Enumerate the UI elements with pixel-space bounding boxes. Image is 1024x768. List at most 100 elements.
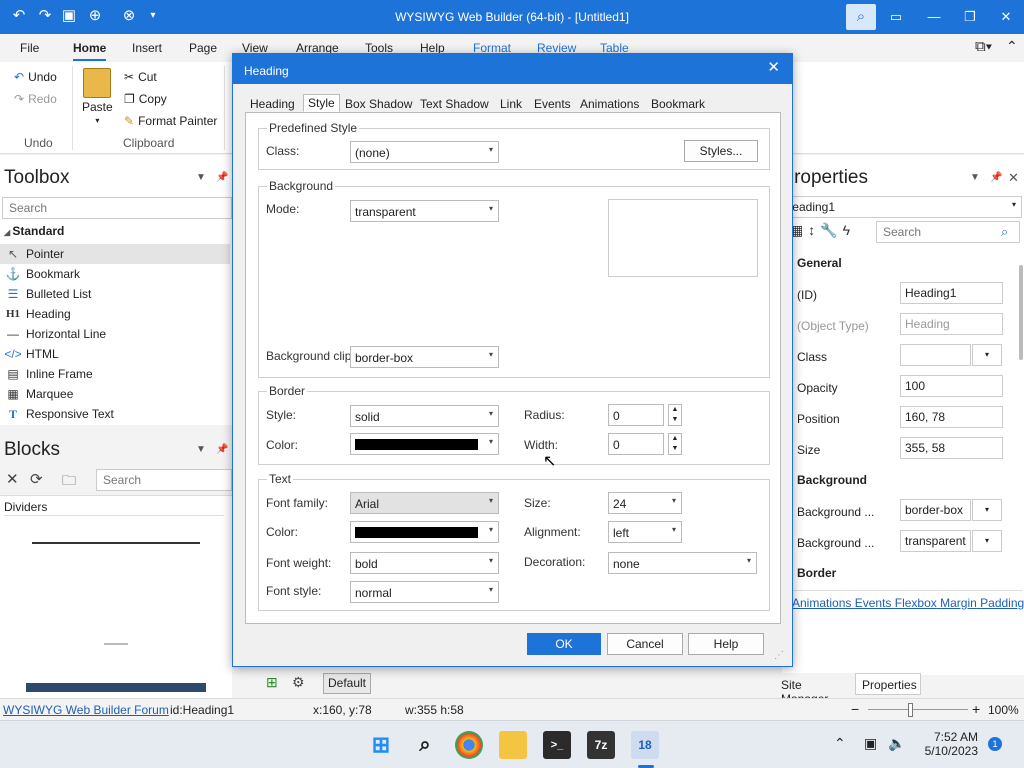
toolbox-item-inline-frame[interactable]: ▤ Inline Frame [0,364,230,384]
menu-home[interactable]: Home [73,41,107,61]
cut-button[interactable]: ✂ Cut [124,70,157,84]
prop-id-input[interactable]: Heading1 [900,282,1003,304]
events-icon[interactable]: ϟ [843,222,855,238]
zoom-out-icon[interactable]: − [851,701,859,717]
toolbox-item-responsive-text[interactable]: T Responsive Text [0,404,230,424]
cancel-button[interactable]: Cancel [607,633,683,655]
windows-start-icon[interactable]: ⊞ [367,731,395,759]
minimize-button[interactable]: — [916,0,952,34]
tab-style[interactable]: Style [303,94,340,112]
toolbox-item-heading[interactable]: H1 Heading [0,304,230,324]
background-clip-select[interactable]: border-box ▾ [350,346,499,368]
collapse-ribbon-icon[interactable]: ⌃ [1006,38,1018,55]
redo-button[interactable]: ↷ Redo [14,92,57,106]
toolbox-item-pointer[interactable]: ↖ Pointer [0,244,230,264]
prop-position-input[interactable]: 160, 78 [900,406,1003,428]
toolbox-item-bookmark[interactable]: ⚓ Bookmark [0,264,230,284]
properties-scrollbar[interactable] [1019,265,1023,360]
7zip-icon[interactable]: 7z [587,731,615,759]
zoom-slider-thumb[interactable] [908,703,913,717]
tab-text-shadow[interactable]: Text Shadow [420,96,489,112]
pin-icon[interactable]: 📌 [216,172,228,183]
chrome-icon[interactable] [455,731,483,759]
prop-opacity-input[interactable]: 100 [900,375,1003,397]
wrench-icon[interactable]: 🔧 [820,222,842,238]
tab-properties[interactable]: Properties [855,673,921,695]
zoom-slider[interactable] [868,709,968,710]
toolbox-dropdown-icon[interactable]: ▼ [196,172,206,183]
pin-icon[interactable]: 📌 [990,172,1002,183]
properties-search-input[interactable]: Search [876,221,1020,243]
refresh-icon[interactable]: ⟳ [30,470,43,488]
decoration-select[interactable]: none ▾ [608,552,757,574]
chevron-up-icon[interactable]: ⌃ [834,735,846,752]
chevron-down-icon[interactable]: ▾ [972,530,1002,552]
file-explorer-icon[interactable] [499,731,527,759]
divider-block-preview[interactable] [32,542,200,544]
pin-icon[interactable]: 📌 [216,444,228,455]
font-style-select[interactable]: normal ▾ [350,581,499,603]
border-color-picker[interactable]: ▾ [350,433,499,455]
add-page-icon[interactable]: ⊞ [266,674,278,691]
taskbar-clock[interactable]: 7:52 AM 5/10/2023 [922,730,978,758]
notification-badge[interactable]: 1 [988,737,1002,751]
help-button[interactable]: Help [688,633,764,655]
folder-icon[interactable]: 🗀 [62,470,76,494]
network-icon[interactable]: ▣ [864,735,877,752]
close-icon[interactable]: ✕ [1008,170,1019,186]
menu-insert[interactable]: Insert [132,41,162,55]
ok-button[interactable]: OK [527,633,601,655]
tab-box-shadow[interactable]: Box Shadow [345,96,412,112]
toolbox-search-input[interactable]: Search [2,197,232,219]
size-select[interactable]: 24 ▾ [608,492,682,514]
width-input[interactable]: 0 [608,433,664,455]
class-select[interactable]: (none) ▾ [350,141,499,163]
restore-button[interactable]: ❐ [952,0,988,34]
link-padding[interactable]: Padding [980,596,1024,610]
radius-input[interactable]: 0 [608,404,664,426]
blocks-search-input[interactable]: Search [96,469,232,491]
chevron-down-icon[interactable]: ▾ [972,344,1002,366]
ribbon-display-icon[interactable]: ▭ [878,0,914,34]
alignment-select[interactable]: left ▾ [608,521,682,543]
zoom-in-icon[interactable]: + [972,701,980,717]
page-settings-icon[interactable]: ⚙ [292,674,305,691]
styles-button[interactable]: Styles... [684,140,758,162]
toolbox-section-standard[interactable]: ◢ Standard [4,224,64,238]
tab-site-manager[interactable]: Site Manager [775,673,855,706]
search-icon[interactable]: ⌕ [411,731,439,759]
sort-icon[interactable]: ↕ [808,222,820,238]
tab-events[interactable]: Events [534,96,571,112]
search-icon[interactable]: ⌕ [1001,224,1008,240]
divider-block-preview[interactable] [104,643,128,645]
prop-bg-mode-input[interactable]: transparent [900,530,971,552]
link-margin[interactable]: Margin [940,596,977,610]
menu-file[interactable]: File [20,41,39,55]
format-painter-button[interactable]: ✎ Format Painter [124,114,217,128]
wysiwyg-builder-icon[interactable]: 18 [631,731,659,759]
close-icon[interactable]: ✕ [767,58,780,76]
paste-button[interactable]: Paste ▾ [82,68,113,125]
tab-heading[interactable]: Heading [250,96,295,112]
menu-page[interactable]: Page [189,41,217,55]
prop-size-input[interactable]: 355, 58 [900,437,1003,459]
link-events[interactable]: Events [855,596,892,610]
tab-link[interactable]: Link [500,96,522,112]
properties-dropdown-icon[interactable]: ▼ [970,172,980,183]
divider-block-preview[interactable] [26,683,206,692]
tab-bookmark[interactable]: Bookmark [651,96,705,112]
toolbox-item-marquee[interactable]: ▦ Marquee [0,384,230,404]
object-selector[interactable]: Heading1 ▾ [782,196,1022,218]
search-icon[interactable]: ⌕ [846,4,876,30]
toolbox-item-horizontal-line[interactable]: — Horizontal Line [0,324,230,344]
prop-bg-clip-input[interactable]: border-box [900,499,971,521]
resize-grip-icon[interactable]: ⋰ [774,650,784,661]
volume-icon[interactable]: 🔈 [888,735,905,752]
toolbox-item-html[interactable]: </> HTML [0,344,230,364]
layout-icon[interactable]: ⧉▾ [975,38,992,55]
radius-spinner[interactable]: ▲ ▼ [668,404,682,426]
link-animations[interactable]: Animations [792,596,851,610]
mode-select[interactable]: transparent ▾ [350,200,499,222]
text-color-picker[interactable]: ▾ [350,521,499,543]
width-spinner[interactable]: ▲ ▼ [668,433,682,455]
